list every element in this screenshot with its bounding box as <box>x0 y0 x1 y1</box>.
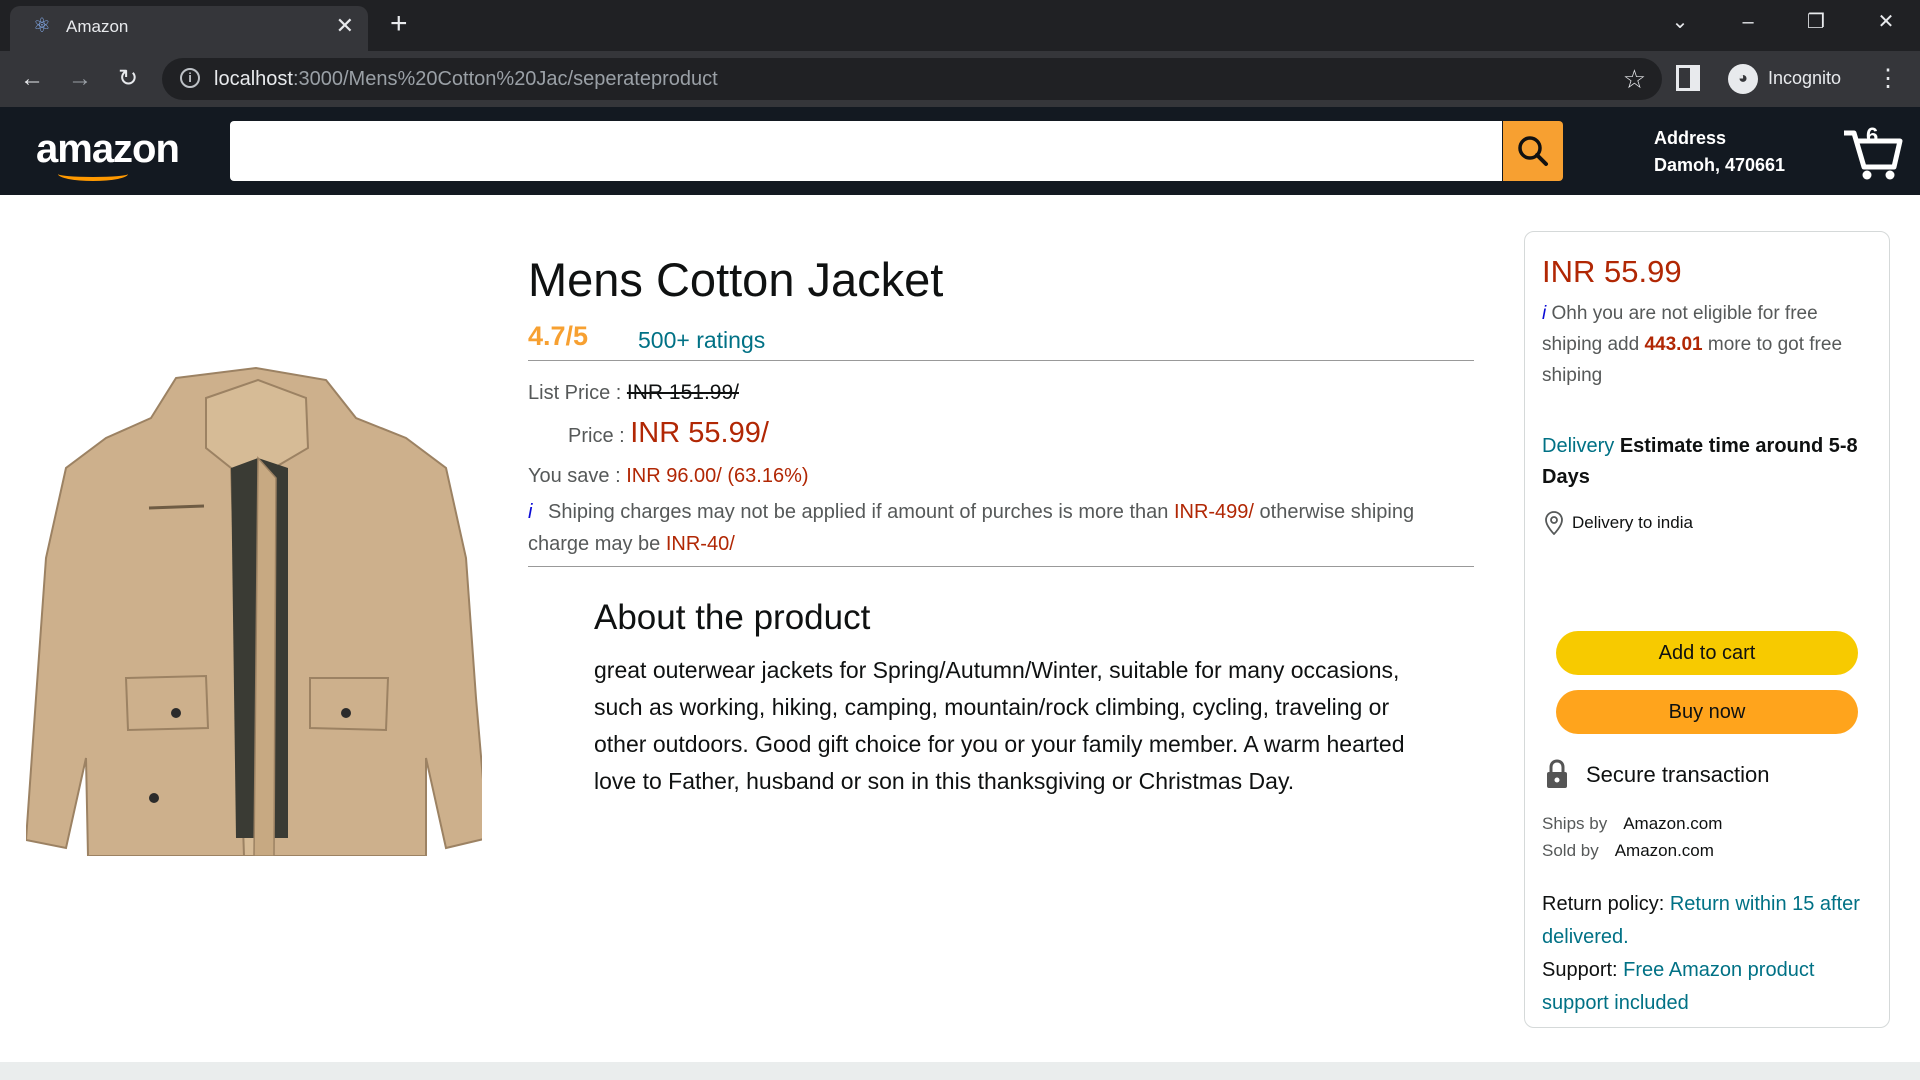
shipping-charge: INR-40/ <box>665 533 735 555</box>
url-text[interactable]: localhost:3000/Mens%20Cotton%20Jac/seper… <box>214 68 718 91</box>
free-shipping-amount: 443.01 <box>1644 334 1703 355</box>
seller-info: Ships by Amazon.com Sold by Amazon.com <box>1542 810 1872 864</box>
free-shipping-note: i Ohh you are not eligible for free ship… <box>1542 298 1872 391</box>
about-title: About the product <box>594 598 871 637</box>
sold-by-row: Sold by Amazon.com <box>1542 841 1714 860</box>
product-rating: 4.7/5 <box>528 321 589 351</box>
product-title: Mens Cotton Jacket <box>528 253 944 306</box>
reload-icon[interactable]: ↻ <box>112 63 144 95</box>
page-bottom-bar <box>0 1062 1920 1080</box>
amazon-smile-icon <box>58 167 128 181</box>
close-window-icon[interactable]: ✕ <box>1872 8 1900 36</box>
cart-button[interactable]: 6 <box>1840 119 1904 183</box>
address-bar[interactable]: i localhost:3000/Mens%20Cotton%20Jac/sep… <box>162 58 1662 100</box>
list-price-label: List Price : <box>528 382 622 404</box>
delivery-location[interactable]: Delivery to india <box>1542 511 1872 535</box>
location-pin-icon <box>1545 511 1563 535</box>
add-to-cart-button[interactable]: Add to cart <box>1556 631 1858 675</box>
browser-toolbar: ← → ↻ i localhost:3000/Mens%20Cotton%20J… <box>0 51 1920 107</box>
support-label: Support: <box>1542 959 1618 981</box>
browser-tab[interactable]: ⚛ Amazon ✕ <box>10 6 368 51</box>
minimize-icon[interactable]: – <box>1734 8 1762 36</box>
list-price-row: List Price : INR 151.99/ <box>528 373 1474 413</box>
savings-row: You save : INR 96.00/ (63.16%) <box>528 456 1474 496</box>
info-icon: i <box>528 501 533 523</box>
buy-now-button[interactable]: Buy now <box>1556 690 1858 734</box>
search-icon <box>1518 136 1548 166</box>
delivery-link[interactable]: Delivery <box>1542 435 1614 457</box>
savings-label: You save : <box>528 465 621 487</box>
shipping-note: i Shiping charges may not be applied if … <box>528 496 1474 567</box>
site-info-icon[interactable]: i <box>180 68 200 88</box>
restore-icon[interactable]: ❐ <box>1802 8 1830 36</box>
savings-value: INR 96.00/ (63.16%) <box>626 465 809 487</box>
shipping-threshold: INR-499/ <box>1173 501 1254 523</box>
return-policy: Return policy: Return within 15 after de… <box>1542 888 1872 954</box>
forward-icon[interactable]: → <box>64 63 96 95</box>
ships-by-row: Ships by Amazon.com <box>1542 814 1723 833</box>
search-input[interactable] <box>230 121 1502 181</box>
price: INR 55.99/ <box>630 417 769 449</box>
address-value: Damoh, 470661 <box>1654 155 1786 175</box>
site-header: amazon Address Damoh, 470661 6 <box>0 107 1920 195</box>
search-button[interactable] <box>1503 121 1563 181</box>
tab-search-icon[interactable]: ⌄ <box>1666 8 1694 36</box>
tab-title: Amazon <box>66 17 129 36</box>
back-icon[interactable]: ← <box>16 63 48 95</box>
bookmark-star-icon[interactable]: ☆ <box>1623 64 1646 94</box>
secure-transaction-text: Secure transaction <box>1586 762 1770 787</box>
incognito-badge[interactable]: ◕ Incognito <box>1722 60 1855 96</box>
browser-tab-bar: ⚛ Amazon ✕ + ⌄ – ❐ ✕ <box>0 0 1920 51</box>
about-text: great outerwear jackets for Spring/Autum… <box>594 657 1405 794</box>
new-tab-icon[interactable]: + <box>390 8 408 40</box>
rating-row: 4.7/5 500+ ratings <box>528 321 1474 361</box>
product-details: Mens Cotton Jacket 4.7/5 500+ ratings Li… <box>528 252 1474 567</box>
price-label: Price : <box>568 425 625 447</box>
price-row: Price : INR 55.99/ <box>528 413 1474 456</box>
ratings-count-link[interactable]: 500+ ratings <box>638 327 765 354</box>
delivery-address[interactable]: Address Damoh, 470661 <box>1654 125 1785 179</box>
list-price: INR 151.99/ <box>626 381 739 404</box>
menu-icon[interactable]: ⋮ <box>1876 63 1900 95</box>
buy-box-price: INR 55.99 <box>1542 254 1682 289</box>
lock-icon <box>1547 759 1567 788</box>
incognito-icon: ◕ <box>1728 64 1758 95</box>
price-block: List Price : INR 151.99/ Price : INR 55.… <box>528 361 1474 496</box>
about-product: About the product great outerwear jacket… <box>594 598 1414 800</box>
shipping-note-text: Shiping charges may not be applied if am… <box>548 501 1169 523</box>
delivery-location-text: Delivery to india <box>1572 513 1693 532</box>
secure-transaction[interactable]: Secure transaction <box>1542 759 1872 788</box>
buy-box: INR 55.99 i Ohh you are not eligible for… <box>1524 231 1890 1028</box>
support-info: Support: Free Amazon product support inc… <box>1542 954 1872 1020</box>
cart-count: 6 <box>1866 123 1879 148</box>
side-panel-icon[interactable] <box>1676 65 1700 91</box>
react-icon: ⚛ <box>33 15 51 37</box>
delivery-estimate: Delivery Estimate time around 5-8 Days <box>1542 431 1872 493</box>
info-icon: i <box>1542 303 1547 324</box>
return-label: Return policy: <box>1542 893 1665 915</box>
address-label: Address <box>1654 128 1727 148</box>
product-image[interactable] <box>26 358 482 856</box>
amazon-logo[interactable]: amazon <box>36 127 180 172</box>
close-tab-icon[interactable]: ✕ <box>336 12 354 40</box>
